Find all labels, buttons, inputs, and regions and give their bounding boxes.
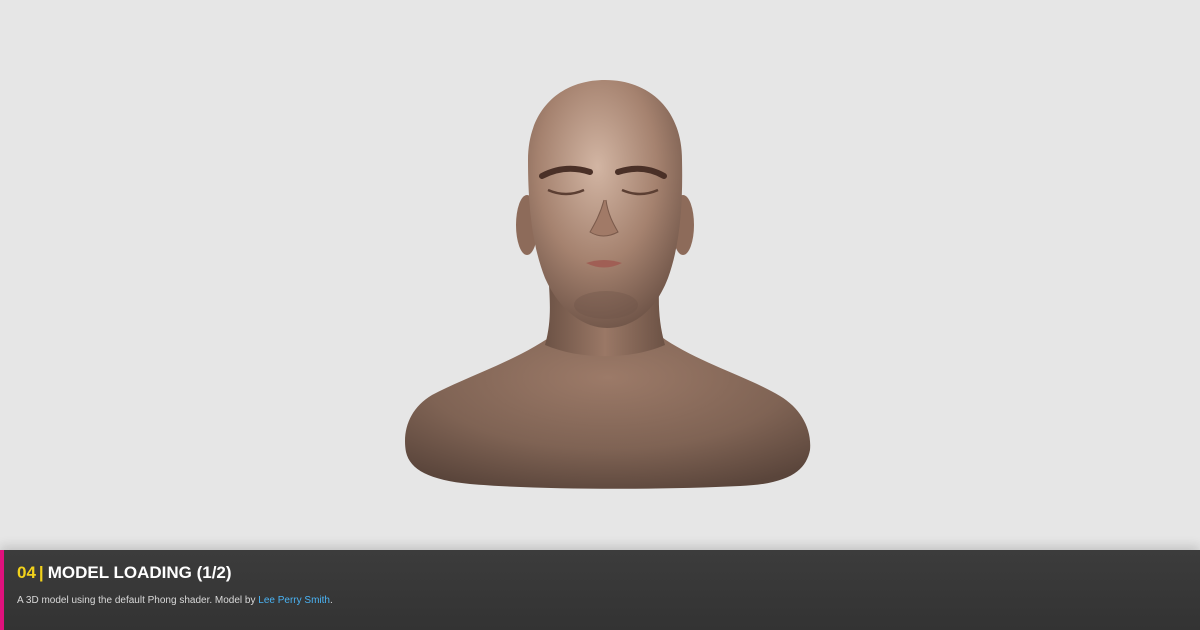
chin-shadow [574, 291, 638, 319]
author-link[interactable]: Lee Perry Smith [258, 595, 330, 606]
example-description: A 3D model using the default Phong shade… [17, 595, 333, 606]
description-suffix: . [329, 595, 333, 606]
3d-viewport[interactable] [0, 0, 1200, 550]
title-separator: | [38, 563, 44, 582]
example-number: 04 [17, 563, 36, 582]
info-panel: 04 | MODEL LOADING (1/2) A 3D model using … [0, 550, 1200, 630]
example-title: 04 | MODEL LOADING (1/2) [17, 563, 232, 583]
example-title-text: MODEL LOADING (1/2) [47, 563, 232, 582]
head-model [405, 80, 811, 489]
description-text: A 3D model using the default Phong shade… [17, 595, 259, 606]
